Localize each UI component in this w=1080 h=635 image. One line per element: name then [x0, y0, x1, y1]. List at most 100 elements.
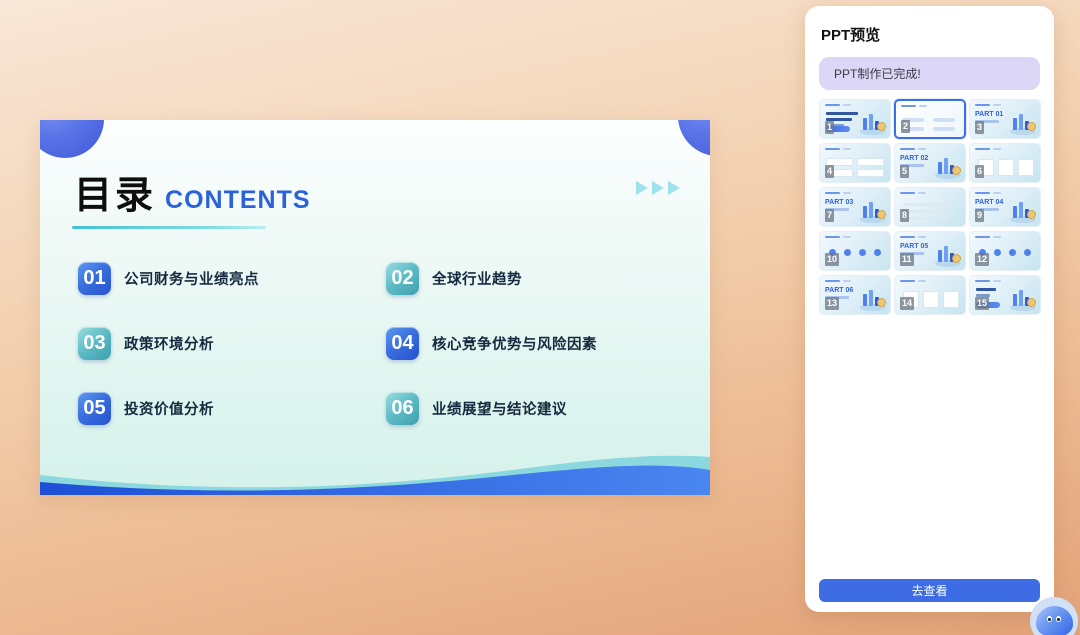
forward-arrows-icon [636, 181, 680, 195]
thumbnail-header-line [900, 192, 915, 194]
thumbnail-chart-illustration [859, 195, 887, 223]
view-button[interactable]: 去查看 [819, 579, 1040, 602]
thumbnail-number: 9 [975, 209, 984, 222]
thumbnail-number: 8 [900, 209, 909, 222]
thumbnail-header-line [901, 105, 916, 107]
slide-title-cn: 目录 [74, 175, 156, 217]
ppt-preview-panel: PPT预览 PPT制作已完成! 1 2 PART 01 3 [805, 6, 1054, 612]
slide-thumbnail[interactable]: PART 02 5 [894, 143, 966, 183]
toc-item-label: 业绩展望与结论建议 [432, 398, 567, 419]
thumbnail-chart-illustration [1009, 107, 1037, 135]
slide-thumbnail[interactable]: PART 04 9 [969, 187, 1041, 227]
slide-thumbnail[interactable]: PART 01 3 [969, 99, 1041, 139]
title-underline [72, 226, 266, 229]
thumbnail-header-line [975, 236, 990, 238]
thumbnail-header-line [900, 148, 915, 150]
thumbnail-number: 14 [900, 297, 914, 310]
slide-thumbnail[interactable]: 6 [969, 143, 1041, 183]
toc-item: 01 公司财务与业绩亮点 [78, 262, 386, 295]
slide-thumbnail[interactable]: 1 [819, 99, 891, 139]
slide-title: 目录 CONTENTS [74, 164, 311, 229]
thumbnail-content-blocks [901, 202, 959, 218]
thumbnail-header-line [900, 236, 915, 238]
assistant-mascot-button[interactable] [1030, 597, 1078, 635]
thumbnail-content-blocks [902, 115, 958, 129]
slide-thumbnail[interactable]: 10 [819, 231, 891, 271]
thumbnail-header-line [975, 148, 990, 150]
decor-circle-top-right [678, 120, 710, 156]
thumbnail-header-line [825, 148, 840, 150]
thumbnail-number: 11 [900, 253, 914, 266]
status-message: PPT制作已完成! [819, 57, 1040, 90]
thumbnail-number: 10 [825, 253, 839, 266]
slide-thumbnail[interactable]: 14 [894, 275, 966, 315]
slide-thumbnail[interactable]: 15 [969, 275, 1041, 315]
toc-item: 04 核心竞争优势与风险因素 [386, 327, 672, 360]
thumbnail-chart-illustration [1009, 195, 1037, 223]
coin-icon [1027, 210, 1036, 219]
slide-thumbnail[interactable]: 8 [894, 187, 966, 227]
thumbnail-number: 2 [901, 120, 910, 133]
slide-thumbnail[interactable]: PART 03 7 [819, 187, 891, 227]
mascot-eye-left [1047, 616, 1052, 622]
thumbnail-chart-illustration [934, 151, 962, 179]
slide-thumbnail[interactable]: PART 06 13 [819, 275, 891, 315]
slide-title-en: CONTENTS [165, 186, 311, 214]
coin-icon [952, 166, 961, 175]
toc-item-number: 02 [386, 262, 419, 295]
thumbnail-chart-illustration [859, 283, 887, 311]
slide-thumbnail[interactable]: 4 [819, 143, 891, 183]
thumbnail-header-line [975, 192, 990, 194]
thumbnail-header-line [975, 104, 990, 106]
toc-item: 05 投资价值分析 [78, 392, 386, 425]
thumbnail-number: 12 [975, 253, 989, 266]
thumbnail-header-line [900, 280, 915, 282]
thumbnail-content-blocks [976, 158, 1034, 174]
slide-wave-decoration [40, 437, 710, 495]
toc-item-number: 06 [386, 392, 419, 425]
coin-icon [1027, 298, 1036, 307]
coin-icon [877, 298, 886, 307]
toc-item-label: 核心竞争优势与风险因素 [432, 333, 597, 354]
thumbnail-header-line [825, 280, 840, 282]
coin-icon [952, 254, 961, 263]
slide-thumbnail[interactable]: 12 [969, 231, 1041, 271]
toc-item: 06 业绩展望与结论建议 [386, 392, 672, 425]
coin-icon [877, 122, 886, 131]
toc-item-label: 投资价值分析 [124, 398, 214, 419]
toc-item-label: 全球行业趋势 [432, 268, 522, 289]
toc-item-number: 01 [78, 262, 111, 295]
toc-item-number: 03 [78, 327, 111, 360]
slide-thumbnail[interactable]: PART 05 11 [894, 231, 966, 271]
thumbnail-number: 4 [825, 165, 834, 178]
thumbnail-chart-illustration [859, 107, 887, 135]
thumbnail-number: 3 [975, 121, 984, 134]
toc-item-number: 04 [386, 327, 419, 360]
slide-thumbnail[interactable]: 2 [894, 99, 966, 139]
thumbnail-chart-illustration [1009, 283, 1037, 311]
toc-item-number: 05 [78, 392, 111, 425]
thumbnail-grid: 1 2 PART 01 3 4 PART 02 [819, 99, 1040, 315]
thumbnail-number: 15 [975, 297, 989, 310]
panel-title: PPT预览 [821, 24, 1040, 45]
decor-circle-top-left [40, 120, 104, 158]
thumbnail-number: 7 [825, 209, 834, 222]
thumbnail-content-blocks [826, 158, 884, 174]
coin-icon [1027, 122, 1036, 131]
thumbnail-number: 13 [825, 297, 839, 310]
thumbnail-header-line [825, 236, 840, 238]
thumbnail-number: 5 [900, 165, 909, 178]
thumbnail-header-line [825, 104, 840, 106]
toc-item-label: 政策环境分析 [124, 333, 214, 354]
mascot-blob-icon [1036, 606, 1073, 635]
thumbnail-header-line [975, 280, 990, 282]
toc-item: 02 全球行业趋势 [386, 262, 672, 295]
thumbnail-number: 1 [825, 121, 834, 134]
toc-item: 03 政策环境分析 [78, 327, 386, 360]
status-message-text: PPT制作已完成! [834, 65, 921, 82]
coin-icon [877, 210, 886, 219]
thumbnail-chart-illustration [934, 239, 962, 267]
toc-grid: 01 公司财务与业绩亮点 02 全球行业趋势 03 政策环境分析 04 核心竞争… [78, 262, 672, 425]
slide-preview: 目录 CONTENTS 01 公司财务与业绩亮点 02 全球行业趋势 03 政策环… [40, 120, 710, 495]
thumbnail-number: 6 [975, 165, 984, 178]
